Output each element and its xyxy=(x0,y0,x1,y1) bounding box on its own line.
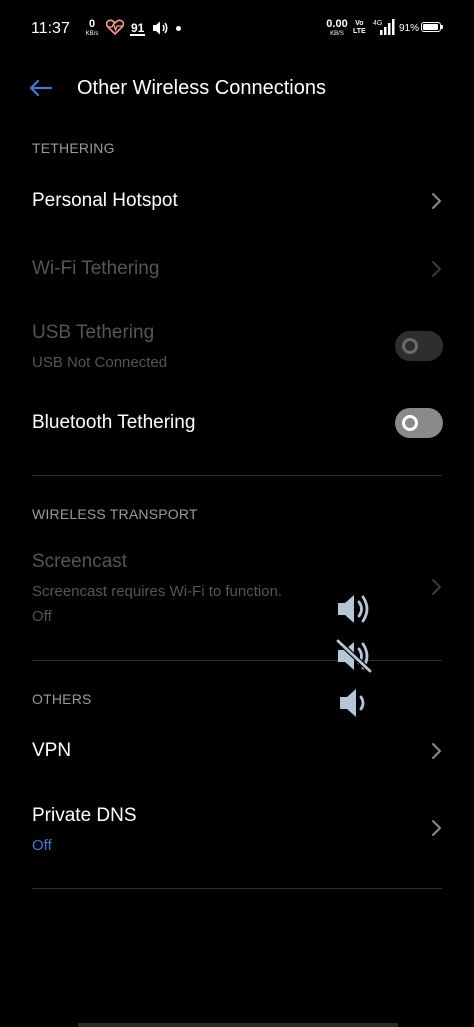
vpn-label: VPN xyxy=(32,740,72,761)
network-speed-right: 0.00 KB/S xyxy=(326,18,348,38)
network-speed-value: 0 xyxy=(88,18,96,30)
wifi-tethering-label: Wi-Fi Tethering xyxy=(32,258,160,279)
section-divider xyxy=(32,475,442,476)
volume-low-icon[interactable] xyxy=(334,685,374,721)
chevron-right-icon xyxy=(432,193,441,209)
network-speed-value: 0.00 xyxy=(326,18,348,30)
status-bar: 11:37 0 KB/s 91 0.00 KB/S Vo LTE 4G 91% xyxy=(0,0,474,60)
private-dns-status: Off xyxy=(32,837,52,854)
personal-hotspot-label: Personal Hotspot xyxy=(32,190,178,211)
usb-tethering-toggle[interactable] xyxy=(395,331,443,361)
battery-level-fill xyxy=(423,24,438,30)
section-header-tethering: TETHERING xyxy=(32,140,115,156)
volte-top-label: Vo xyxy=(355,20,364,27)
personal-hotspot-item[interactable]: Personal Hotspot xyxy=(0,170,474,232)
usb-tethering-item[interactable]: USB Tethering USB Not Connected xyxy=(0,305,474,380)
screencast-status: Off xyxy=(32,608,52,625)
chevron-right-icon xyxy=(432,820,441,836)
usb-tethering-subtitle: USB Not Connected xyxy=(32,354,168,371)
battery-icon xyxy=(421,22,443,32)
battery-percent: 91% xyxy=(399,23,420,34)
more-notifications-dot xyxy=(176,26,181,31)
network-speed-left: 0 KB/s xyxy=(82,18,102,38)
network-speed-unit: KB/S xyxy=(330,31,344,37)
battery-tip xyxy=(441,25,443,29)
signal-strength-icon: 4G xyxy=(373,19,395,35)
network-speed-unit: KB/s xyxy=(85,31,99,37)
bluetooth-tethering-label: Bluetooth Tethering xyxy=(32,412,196,433)
back-arrow-icon[interactable] xyxy=(22,70,58,106)
heart-rate-icon xyxy=(106,19,124,35)
bluetooth-tethering-item[interactable]: Bluetooth Tethering xyxy=(0,390,474,456)
vpn-item[interactable]: VPN xyxy=(0,720,474,782)
volte-bottom-label: LTE xyxy=(353,28,366,35)
volume-muted-icon[interactable] xyxy=(334,638,374,674)
section-header-wireless-transport: WIRELESS TRANSPORT xyxy=(32,506,198,522)
section-header-others: OTHERS xyxy=(32,691,92,707)
screencast-subtitle: Screencast requires Wi-Fi to function. xyxy=(32,583,283,600)
toggle-knob xyxy=(402,338,418,354)
private-dns-label: Private DNS xyxy=(32,805,137,826)
private-dns-item[interactable]: Private DNS Off xyxy=(0,788,474,868)
usb-tethering-label: USB Tethering xyxy=(32,322,155,343)
chevron-right-icon xyxy=(432,743,441,759)
section-divider xyxy=(32,660,442,661)
volume-status-icon xyxy=(153,21,168,35)
volume-icon[interactable] xyxy=(334,591,374,627)
screencast-label: Screencast xyxy=(32,551,128,572)
chevron-right-icon xyxy=(432,579,441,595)
status-time: 11:37 xyxy=(31,20,70,37)
page-title: Other Wireless Connections xyxy=(77,77,326,99)
volte-indicator: Vo LTE xyxy=(353,20,366,36)
section-divider xyxy=(32,888,442,889)
notification-count-badge: 91 xyxy=(130,21,146,36)
bluetooth-tethering-toggle[interactable] xyxy=(395,408,443,438)
chevron-right-icon xyxy=(432,261,441,277)
toggle-knob xyxy=(402,415,418,431)
navigation-gesture-bar xyxy=(78,1023,398,1027)
screencast-item[interactable]: Screencast Screencast requires Wi-Fi to … xyxy=(0,535,474,635)
network-type-label: 4G xyxy=(373,20,382,27)
wifi-tethering-item[interactable]: Wi-Fi Tethering xyxy=(0,238,474,300)
